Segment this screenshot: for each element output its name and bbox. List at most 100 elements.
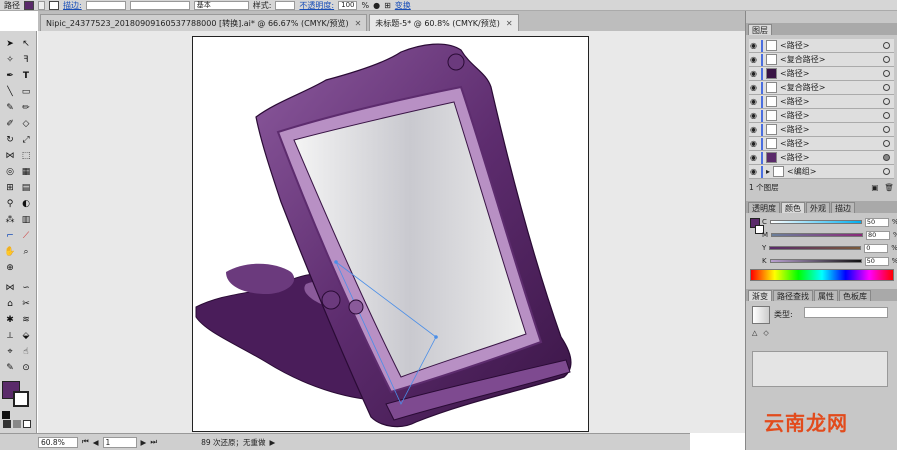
delete-layer-icon[interactable]: 🗑 xyxy=(884,183,894,192)
prev-page-icon[interactable]: ◀ xyxy=(93,438,99,447)
shape-builder-tool-icon[interactable]: ◎ xyxy=(3,165,17,179)
line-tool-icon[interactable]: ╲ xyxy=(3,85,17,99)
none-mode-icon[interactable] xyxy=(23,420,31,428)
eye-icon[interactable]: ◉ xyxy=(749,83,758,92)
gradient-type-select[interactable] xyxy=(804,307,888,318)
tab-stroke[interactable]: 描边 xyxy=(831,202,855,213)
paintbrush-tool-icon[interactable]: ✎ xyxy=(3,101,17,115)
scissors-tool-icon[interactable]: ✂ xyxy=(19,297,33,311)
brush-definition[interactable]: 基本 xyxy=(193,0,249,10)
black-value[interactable]: 50 xyxy=(864,256,889,266)
stroke-link[interactable]: 描边: xyxy=(63,0,82,10)
tab-appearance[interactable]: 外观 xyxy=(806,202,830,213)
eraser-tool-icon[interactable]: ◇ xyxy=(19,117,33,131)
target-icon[interactable] xyxy=(883,84,890,91)
black-slider[interactable] xyxy=(769,259,862,263)
rectangle-tool-icon[interactable]: ▭ xyxy=(19,85,33,99)
aspect-icon[interactable]: ◇ xyxy=(763,329,768,339)
knife-tool-icon[interactable]: ⌂ xyxy=(3,297,17,311)
wrinkle-tool-icon[interactable]: ≋ xyxy=(19,313,33,327)
layer-row[interactable]: ◉ <路径> xyxy=(749,137,894,151)
eye-icon[interactable]: ◉ xyxy=(749,97,758,106)
stroke-color-swatch[interactable] xyxy=(13,391,29,407)
align-icon[interactable]: ⊞ xyxy=(384,1,391,10)
zoom-field[interactable]: 60.8% xyxy=(38,436,78,448)
page-field[interactable]: 1 xyxy=(102,436,137,448)
target-icon[interactable] xyxy=(883,140,890,147)
blend-tool-icon[interactable]: ◐ xyxy=(19,197,33,211)
pencil-tool-icon[interactable]: ✏ xyxy=(19,101,33,115)
last-page-icon[interactable]: ⏭ xyxy=(150,437,157,447)
mirror-artwork[interactable] xyxy=(186,32,606,434)
tab-document-1[interactable]: Nipic_24377523_20180909160537788000 [转换]… xyxy=(40,14,368,31)
color-spectrum[interactable] xyxy=(750,269,894,281)
tab-attributes[interactable]: 属性 xyxy=(814,290,838,301)
target-icon[interactable] xyxy=(883,168,890,175)
color-mode-icon[interactable] xyxy=(3,420,11,428)
target-icon[interactable] xyxy=(883,154,890,161)
width-tool-icon[interactable]: ⋈ xyxy=(3,149,17,163)
gradient-mode-icon[interactable] xyxy=(13,420,21,428)
direct-selection-tool-icon[interactable]: ↖ xyxy=(19,37,33,51)
close-icon[interactable]: ✕ xyxy=(355,19,362,28)
selection-tool-icon[interactable]: ➤ xyxy=(3,37,17,51)
pen-tool-icon[interactable]: ✒ xyxy=(3,69,17,83)
target-icon[interactable] xyxy=(883,42,890,49)
eye-icon[interactable]: ◉ xyxy=(749,69,758,78)
close-icon[interactable]: ✕ xyxy=(506,19,513,28)
edit-tool-icon[interactable]: ✎ xyxy=(3,361,17,375)
target-icon[interactable] xyxy=(883,98,890,105)
fill-swatch[interactable] xyxy=(24,0,34,10)
transform-link[interactable]: 变换 xyxy=(395,0,411,10)
mesh-tool-icon[interactable]: ⊞ xyxy=(3,181,17,195)
hand-tool-icon[interactable]: ✋ xyxy=(3,245,17,259)
view-tool-icon[interactable]: ⌖ xyxy=(3,345,17,359)
zoom-alt-tool-icon[interactable]: ⊙ xyxy=(19,361,33,375)
new-layer-icon[interactable]: ▣ xyxy=(871,183,878,192)
twirl-tool-icon[interactable]: ∽ xyxy=(19,281,33,295)
first-page-icon[interactable]: ⏮ xyxy=(82,437,89,447)
scale-tool-icon[interactable]: ⤢ xyxy=(19,133,33,147)
perspective-grid-tool-icon[interactable]: ▦ xyxy=(19,165,33,179)
next-page-icon[interactable]: ▶ xyxy=(141,438,147,447)
stroke-swatch[interactable] xyxy=(49,0,59,10)
magic-wand-tool-icon[interactable]: ✧ xyxy=(3,53,17,67)
warp-tool-icon[interactable]: ⋈ xyxy=(3,281,17,295)
target-icon[interactable] xyxy=(883,126,890,133)
eye-icon[interactable]: ◉ xyxy=(749,153,758,162)
free-transform-tool-icon[interactable]: ⬚ xyxy=(19,149,33,163)
layer-row[interactable]: ◉ <路径> xyxy=(749,39,894,53)
gradient-slider-area[interactable] xyxy=(752,351,888,387)
tab-gradient[interactable]: 渐变 xyxy=(748,290,772,301)
tab-swatch-library[interactable]: 色板库 xyxy=(839,290,871,301)
column-graph-tool-icon[interactable]: ▥ xyxy=(19,213,33,227)
layer-row[interactable]: ◉ ▸ <编组> xyxy=(749,165,894,179)
slice-tool-icon[interactable]: ⟋ xyxy=(19,229,33,243)
eye-icon[interactable]: ◉ xyxy=(749,41,758,50)
default-colors-icon[interactable] xyxy=(2,411,10,419)
layer-row[interactable]: ◉ <复合路径> xyxy=(749,53,894,67)
blob-brush-tool-icon[interactable]: ✐ xyxy=(3,117,17,131)
cyan-value[interactable]: 50 xyxy=(864,217,889,227)
fill-dropdown[interactable] xyxy=(38,0,45,10)
hand-alt-tool-icon[interactable]: ☝ xyxy=(19,345,33,359)
yellow-slider[interactable] xyxy=(769,246,862,250)
stroke-weight-input[interactable] xyxy=(85,0,126,10)
target-icon[interactable] xyxy=(883,56,890,63)
zoom-tool-icon[interactable]: ⌕ xyxy=(19,245,33,259)
recolor-icon[interactable]: ● xyxy=(373,1,380,10)
type-tool-icon[interactable]: T xyxy=(19,69,33,83)
layer-row[interactable]: ◉ <路径> xyxy=(749,109,894,123)
magenta-slider[interactable] xyxy=(771,233,864,237)
style-input[interactable] xyxy=(275,0,296,10)
layer-row[interactable]: ◉ <复合路径> xyxy=(749,81,894,95)
target-icon[interactable] xyxy=(883,112,890,119)
globe-icon[interactable]: ⊕ xyxy=(3,261,17,275)
eye-icon[interactable]: ◉ xyxy=(749,55,758,64)
cyan-slider[interactable] xyxy=(769,220,862,224)
eye-icon[interactable]: ◉ xyxy=(749,167,758,176)
yellow-value[interactable]: 0 xyxy=(864,243,889,253)
gradient-preview[interactable] xyxy=(752,306,770,324)
layer-row[interactable]: ◉ <路径> xyxy=(749,67,894,81)
eyedropper-tool-icon[interactable]: ⚲ xyxy=(3,197,17,211)
